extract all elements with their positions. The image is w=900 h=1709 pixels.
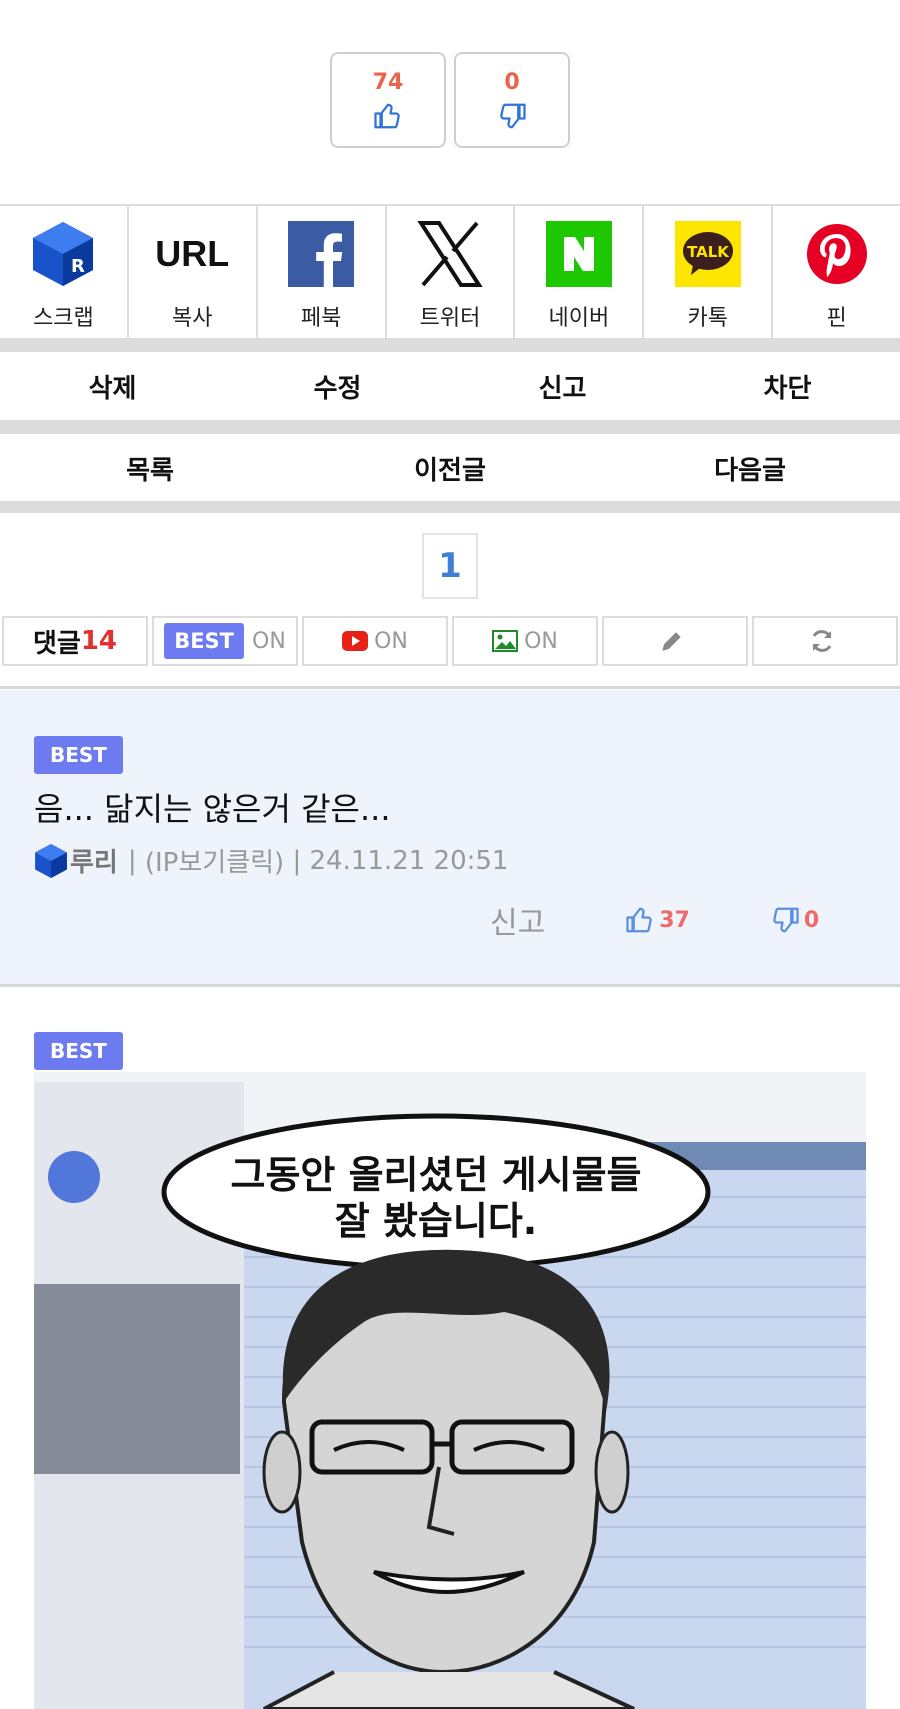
youtube-icon <box>342 631 369 651</box>
share-pinterest[interactable]: 핀 <box>773 206 900 340</box>
share-naver[interactable]: 네이버 <box>515 206 645 340</box>
naver-icon <box>545 220 613 288</box>
thumbs-up-icon <box>626 907 652 933</box>
dislike-count: 0 <box>504 69 520 95</box>
like-button[interactable]: 74 <box>330 52 446 148</box>
like-count: 74 <box>372 69 404 95</box>
vote-row: 74 0 <box>0 52 900 148</box>
video-toggle[interactable]: ON <box>302 616 448 666</box>
comment-like-button[interactable]: 37 <box>625 905 690 935</box>
pinterest-icon <box>803 220 871 288</box>
post-action-bar: 삭제 수정 신고 차단 <box>0 352 900 420</box>
best-badge: BEST <box>34 736 123 774</box>
image-icon <box>492 630 519 652</box>
block-button[interactable]: 차단 <box>675 368 900 405</box>
dislike-button[interactable]: 0 <box>454 52 570 148</box>
share-bar: R 스크랩 URL 복사 페북 트위터 네이버 TALK 카톡 핀 <box>0 204 900 340</box>
divider <box>0 338 900 352</box>
thumbs-down-icon <box>773 907 799 933</box>
report-button[interactable]: 신고 <box>450 368 675 405</box>
comment-actions: 신고 37 0 <box>490 898 819 942</box>
speech-line-1: 그동안 올리셨던 게시물들 <box>230 1153 641 1197</box>
best-badge: BEST <box>34 1032 123 1070</box>
divider <box>0 420 900 434</box>
divider <box>0 686 900 689</box>
comment-toolbar: 댓글 14 BEST ON ON ON <box>0 616 900 666</box>
ip-view-link[interactable]: (IP보기클릭) <box>145 842 284 879</box>
comment-date: 24.11.21 20:51 <box>309 845 509 876</box>
thumbs-up-icon <box>374 103 400 128</box>
refresh-icon <box>812 630 832 652</box>
share-url-copy[interactable]: URL 복사 <box>129 206 258 340</box>
thumbs-down-icon <box>500 103 526 128</box>
svg-text:R: R <box>71 256 85 277</box>
write-comment-button[interactable] <box>602 616 748 666</box>
comment-item: BEST 음... 닮지는 않은거 같은... 루리 | (IP보기클릭) | … <box>0 690 900 984</box>
x-icon <box>416 220 484 288</box>
divider <box>0 984 900 987</box>
cartoon-image: 그동안 올리셨던 게시물들 잘 봤습니다. <box>34 1072 866 1709</box>
speech-line-2: 잘 봤습니다. <box>335 1199 537 1243</box>
prev-post-button[interactable]: 이전글 <box>300 450 600 487</box>
divider <box>0 501 900 513</box>
post-nav-bar: 목록 이전글 다음글 <box>0 434 900 502</box>
share-twitter[interactable]: 트위터 <box>387 206 516 340</box>
scrap-icon: R <box>29 220 97 288</box>
image-toggle[interactable]: ON <box>452 616 598 666</box>
comment-meta: 루리 | (IP보기클릭) | 24.11.21 20:51 <box>34 842 508 879</box>
pencil-icon <box>662 632 681 651</box>
refresh-button[interactable] <box>752 616 898 666</box>
comment-image[interactable]: 그동안 올리셨던 게시물들 잘 봤습니다. <box>34 1072 866 1709</box>
user-level-icon <box>35 843 67 878</box>
share-facebook[interactable]: 페북 <box>258 206 387 340</box>
comment-dislike-button[interactable]: 0 <box>770 905 819 935</box>
share-scrap[interactable]: R 스크랩 <box>0 206 129 340</box>
page-number-1[interactable]: 1 <box>422 533 478 599</box>
delete-button[interactable]: 삭제 <box>0 368 225 405</box>
comment-report-button[interactable]: 신고 <box>490 898 545 942</box>
svg-text:TALK: TALK <box>687 243 730 261</box>
comment-author[interactable]: 루리 <box>70 842 118 879</box>
url-icon: URL <box>155 233 230 274</box>
kakaotalk-icon: TALK <box>674 220 742 288</box>
list-button[interactable]: 목록 <box>0 450 300 487</box>
edit-button[interactable]: 수정 <box>225 368 450 405</box>
next-post-button[interactable]: 다음글 <box>600 450 900 487</box>
facebook-icon <box>287 220 355 288</box>
best-toggle[interactable]: BEST ON <box>152 616 298 666</box>
comment-count: 댓글 14 <box>2 616 148 666</box>
comment-text: 음... 닮지는 않은거 같은... <box>34 790 391 828</box>
share-kakaotalk[interactable]: TALK 카톡 <box>644 206 774 340</box>
